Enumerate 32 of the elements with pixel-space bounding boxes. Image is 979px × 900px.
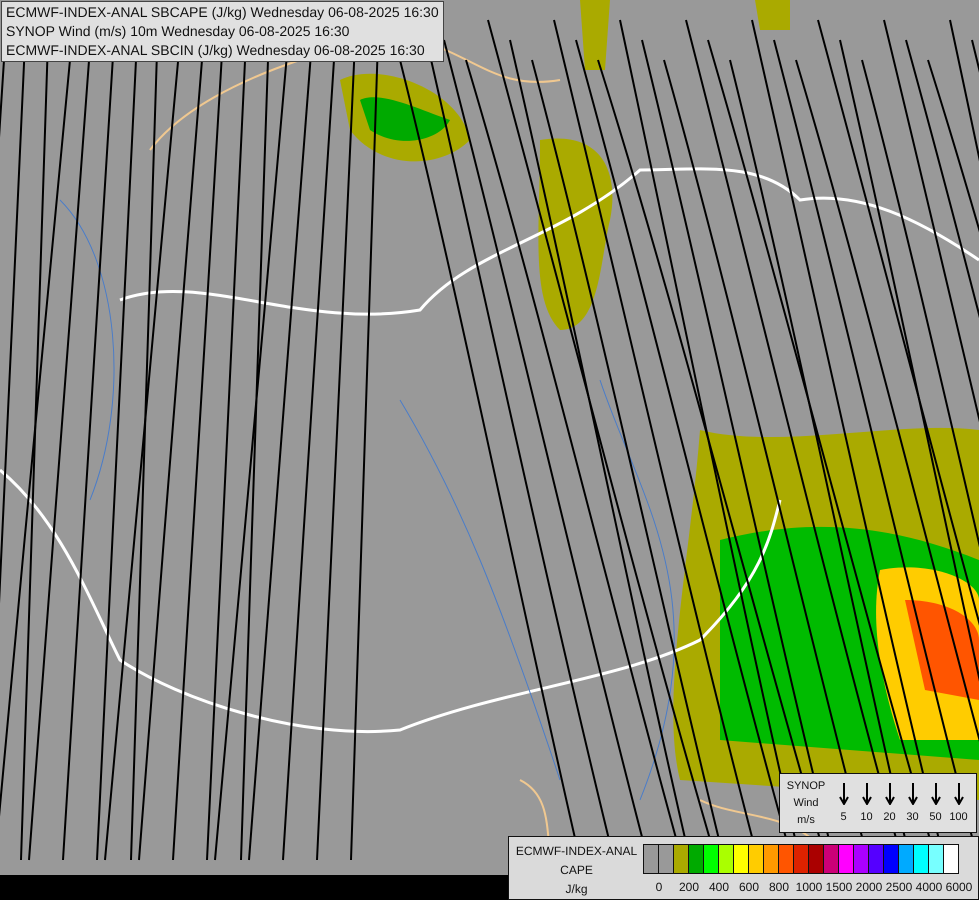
scale-tick-label: 1000 — [796, 880, 822, 894]
legend-title: Wind — [793, 796, 819, 810]
scale-tick-label: 2500 — [886, 880, 912, 894]
wind-speed-label: 5 — [840, 811, 847, 823]
wind-speed-label: 50 — [929, 811, 942, 823]
wind-arrow-icon — [908, 783, 918, 805]
wind-arrow-icon — [862, 783, 872, 805]
wind-speed-label: 30 — [906, 811, 919, 823]
scale-tick-label: 400 — [708, 880, 730, 894]
legend-title: SYNOP — [786, 778, 826, 794]
layer-title: SYNOP Wind (m/s) 10m Wednesday 06-08-2025 16:30 — [6, 22, 350, 41]
wind-speed-label: 20 — [883, 811, 896, 823]
scale-tick-label: 200 — [678, 880, 700, 894]
legend-title: m/s — [797, 812, 815, 828]
scale-tick-label: 800 — [768, 880, 790, 894]
wind-speed-label: 10 — [860, 811, 873, 823]
wind-arrow-icon — [930, 783, 940, 805]
layer-title: ECMWF-INDEX-ANAL SBCAPE (J/kg) Wednesday 06-08-2025 16:30 — [6, 3, 439, 22]
scale-tick-label: 0 — [656, 880, 662, 894]
legend-title: CAPE — [560, 862, 593, 879]
wind-speed-label: 100 — [949, 811, 968, 823]
wind-arrow-icon — [884, 783, 894, 805]
wind-arrow-icon — [954, 783, 964, 805]
scale-tick-label: 600 — [738, 880, 760, 894]
scale-tick-label: 6000 — [946, 880, 972, 894]
legend-title: J/kg — [565, 881, 588, 898]
wind-arrow-icon — [838, 783, 848, 805]
scale-tick-label: 1500 — [826, 880, 852, 894]
scale-tick-label: 2000 — [856, 880, 882, 894]
legend-title: ECMWF-INDEX-ANAL — [516, 843, 638, 860]
layer-title: ECMWF-INDEX-ANAL SBCIN (J/kg) Wednesday 06-08-2025 16:30 — [6, 41, 426, 60]
scale-tick-label: 4000 — [916, 880, 942, 894]
